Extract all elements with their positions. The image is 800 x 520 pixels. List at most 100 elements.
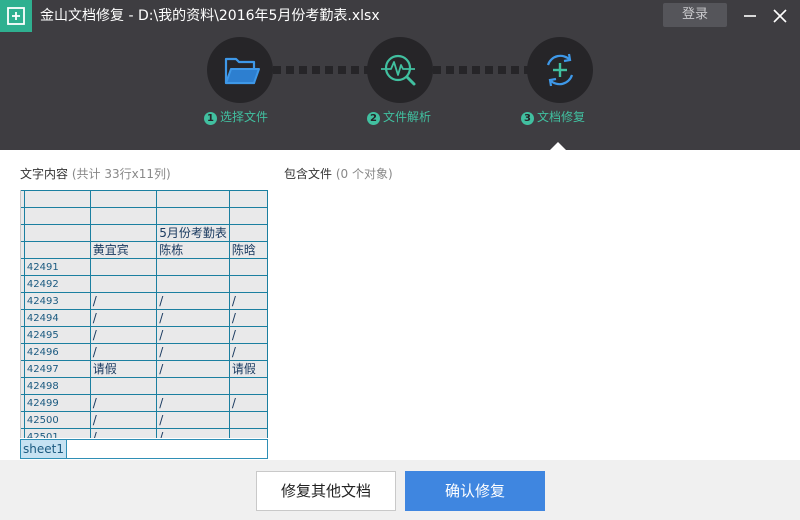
text-content-label: 文字内容	[20, 167, 69, 181]
table-cell[interactable]	[228, 377, 268, 395]
step-1-circle	[207, 37, 273, 103]
step-connector-1	[273, 66, 368, 74]
table-cell[interactable]	[89, 275, 158, 293]
table-cell[interactable]: /	[156, 292, 230, 310]
table-cell[interactable]: 42495	[23, 326, 91, 344]
table-cell[interactable]: 42492	[23, 275, 91, 293]
step-2-label: 2 文件解析	[367, 109, 431, 125]
table-cell[interactable]	[228, 411, 268, 429]
table-cell[interactable]: 陈栋	[156, 241, 230, 259]
table-row	[21, 190, 268, 208]
table-cell[interactable]	[89, 377, 158, 395]
table-cell[interactable]: /	[156, 360, 230, 378]
folder-icon	[224, 57, 260, 85]
table-cell[interactable]	[23, 224, 91, 242]
table-cell[interactable]	[89, 224, 158, 242]
table-cell[interactable]: 陈晗	[228, 241, 268, 259]
step-1-number: 1	[204, 112, 217, 125]
table-cell[interactable]: /	[89, 394, 158, 412]
table-row	[21, 207, 268, 225]
table-cell[interactable]	[228, 224, 268, 242]
repair-other-button[interactable]: 修复其他文档	[256, 471, 396, 511]
login-button[interactable]: 登录	[663, 3, 727, 27]
table-cell[interactable]: 42498	[23, 377, 91, 395]
table-cell[interactable]	[228, 207, 268, 225]
embedded-files-count: (0 个对象)	[335, 167, 393, 181]
table-cell[interactable]: /	[228, 394, 268, 412]
table-cell[interactable]	[156, 275, 230, 293]
table-cell[interactable]: 42493	[23, 292, 91, 310]
title-bar: 金山文档修复 - D:\我的资料\2016年5月份考勤表.xlsx 登录	[0, 0, 800, 32]
table-cell[interactable]: /	[156, 326, 230, 344]
table-cell[interactable]	[89, 190, 158, 208]
table-cell[interactable]	[228, 190, 268, 208]
app-logo-icon	[0, 0, 32, 32]
table-cell[interactable]	[156, 377, 230, 395]
table-cell[interactable]	[156, 258, 230, 276]
progress-stepper: 1 选择文件 2 文件解析 3 文档修复	[0, 32, 800, 151]
table-cell[interactable]: 42494	[23, 309, 91, 327]
table-cell[interactable]: /	[89, 428, 158, 438]
table-row: 42501//	[21, 428, 268, 438]
table-cell[interactable]: /	[89, 343, 158, 361]
table-cell[interactable]: /	[228, 343, 268, 361]
table-row: 5月份考勤表	[21, 224, 268, 242]
table-row: 42497 请假 / 请假	[21, 360, 268, 378]
active-step-pointer	[549, 142, 567, 151]
table-cell[interactable]	[23, 207, 91, 225]
confirm-repair-button[interactable]: 确认修复	[405, 471, 545, 511]
table-cell[interactable]: /	[156, 343, 230, 361]
table-row: 42492	[21, 275, 268, 293]
table-cell[interactable]: 请假	[89, 360, 158, 378]
table-cell[interactable]	[23, 241, 91, 259]
footer-bar	[0, 460, 800, 520]
table-cell[interactable]: /	[228, 309, 268, 327]
table-row: 42500//	[21, 411, 268, 429]
table-row: 42495// /	[21, 326, 268, 344]
step-3-label: 3 文档修复	[521, 109, 585, 125]
spreadsheet-preview[interactable]: 5月份考勤表 黄宜宾 陈栋 陈晗 42491 42492 42493///42494///4…	[20, 190, 268, 438]
table-cell[interactable]	[156, 190, 230, 208]
analyze-icon	[381, 54, 416, 86]
close-icon[interactable]	[768, 4, 792, 28]
table-cell[interactable]	[228, 428, 268, 438]
table-cell[interactable]	[89, 258, 158, 276]
table-cell[interactable]: /	[89, 326, 158, 344]
table-cell[interactable]: /	[89, 411, 158, 429]
embedded-files-label: 包含文件	[284, 167, 333, 181]
step-1-label: 1 选择文件	[204, 109, 268, 125]
table-cell[interactable]: /	[228, 292, 268, 310]
table-cell[interactable]	[23, 190, 91, 208]
sheet-tab-sheet1[interactable]: sheet1	[21, 440, 67, 458]
minimize-icon[interactable]	[738, 4, 762, 28]
table-cell[interactable]: /	[228, 326, 268, 344]
table-cell[interactable]: 42500	[23, 411, 91, 429]
step-2-text: 文件解析	[383, 110, 432, 124]
table-cell[interactable]: /	[89, 309, 158, 327]
table-cell[interactable]: 42496	[23, 343, 91, 361]
table-cell[interactable]: /	[156, 309, 230, 327]
table-cell[interactable]	[156, 207, 230, 225]
table-row: 42496// /	[21, 343, 268, 361]
table-cell[interactable]: /	[156, 428, 230, 438]
table-cell[interactable]	[228, 275, 268, 293]
table-cell[interactable]: 5月份考勤表	[156, 224, 230, 242]
table-cell[interactable]	[89, 207, 158, 225]
table-cell[interactable]: /	[156, 411, 230, 429]
step-3-number: 3	[521, 112, 534, 125]
table-cell[interactable]: 请假	[228, 360, 268, 378]
table-cell[interactable]	[228, 258, 268, 276]
table-row: 黄宜宾 陈栋 陈晗	[21, 241, 268, 259]
step-connector-2	[433, 66, 528, 74]
text-content-count: (共计 33行x11列)	[71, 167, 171, 181]
table-cell[interactable]: /	[156, 394, 230, 412]
table-cell[interactable]: 42501	[23, 428, 91, 438]
table-cell[interactable]: 42497	[23, 360, 91, 378]
table-row: 42498	[21, 377, 268, 395]
table-cell[interactable]: /	[89, 292, 158, 310]
table-cell[interactable]: 42499	[23, 394, 91, 412]
repair-icon	[546, 53, 574, 87]
table-cell[interactable]: 42491	[23, 258, 91, 276]
table-cell[interactable]: 黄宜宾	[89, 241, 158, 259]
step-2-circle	[367, 37, 433, 103]
